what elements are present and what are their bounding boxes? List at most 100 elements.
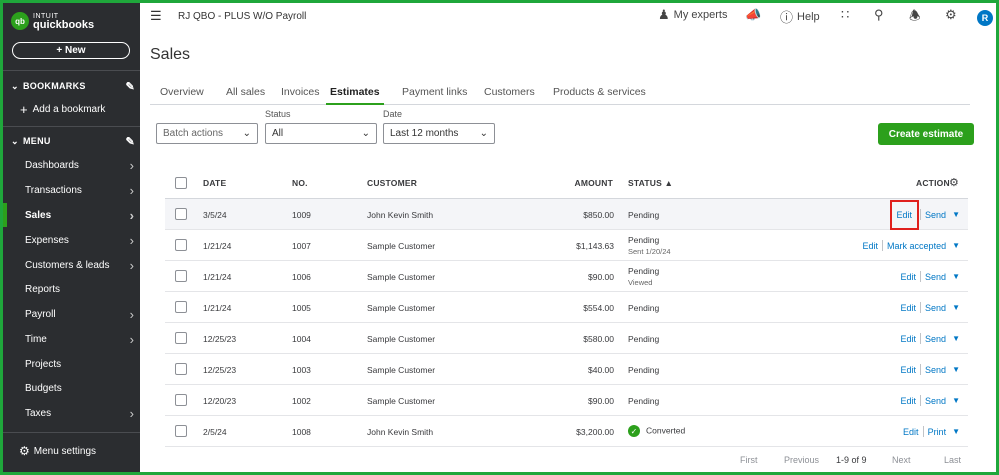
tab-all-sales[interactable]: All sales xyxy=(226,86,265,105)
send-link[interactable]: Send xyxy=(922,363,949,377)
print-link[interactable]: Print xyxy=(925,425,950,439)
column-header-date[interactable]: DATE xyxy=(203,178,226,188)
megaphone-icon[interactable]: 📣 xyxy=(745,7,765,23)
column-settings-gear-icon[interactable]: ⚙ xyxy=(949,176,959,189)
table-row[interactable]: 1/21/24 1006 Sample Customer $90.00 Pend… xyxy=(165,261,968,292)
edit-link[interactable]: Edit xyxy=(898,332,920,346)
edit-link[interactable]: Edit xyxy=(898,394,920,408)
caret-down-icon[interactable]: ▼ xyxy=(952,241,960,250)
sidebar-item-customers-leads[interactable]: Customers & leads › xyxy=(3,253,140,277)
pager-first[interactable]: First xyxy=(740,455,758,465)
add-bookmark-link[interactable]: + Add a bookmark xyxy=(20,102,105,117)
chevron-right-icon: › xyxy=(129,331,134,347)
table-row[interactable]: 3/5/24 1009 John Kevin Smith $850.00 Pen… xyxy=(165,199,968,230)
table-header: DATE NO. CUSTOMER AMOUNT STATUS ▲ ACTION… xyxy=(165,168,968,199)
edit-menu-pencil-icon[interactable]: ✎ xyxy=(125,135,135,148)
status-text: Pending xyxy=(628,303,660,313)
caret-down-icon[interactable]: ▼ xyxy=(952,210,960,219)
edit-link[interactable]: Edit xyxy=(889,199,920,230)
row-checkbox[interactable] xyxy=(175,425,187,437)
pager-count: 1-9 of 9 xyxy=(836,455,867,465)
menu-header[interactable]: ⌄ MENU ✎ xyxy=(11,133,135,149)
send-link[interactable]: Send xyxy=(922,301,949,315)
help-label: Help xyxy=(797,10,820,23)
search-icon[interactable]: ⚲ xyxy=(874,7,888,23)
column-header-amount[interactable]: AMOUNT xyxy=(545,178,613,188)
tab-payment-links[interactable]: Payment links xyxy=(402,86,467,105)
quickbooks-logo[interactable]: qb INTUIT quickbooks xyxy=(11,9,94,33)
tab-estimates[interactable]: Estimates xyxy=(326,86,384,105)
bookmarks-header[interactable]: ⌄ BOOKMARKS ✎ xyxy=(11,78,135,94)
sidebar-item-sales[interactable]: Sales › xyxy=(3,203,140,227)
tab-invoices[interactable]: Invoices xyxy=(281,86,320,105)
table-row[interactable]: 12/25/23 1004 Sample Customer $580.00 Pe… xyxy=(165,323,968,354)
mark-accepted-link[interactable]: Mark accepted xyxy=(884,239,949,253)
edit-link[interactable]: Edit xyxy=(898,270,920,284)
bookmarks-title: BOOKMARKS xyxy=(23,81,86,91)
sidebar-item-time[interactable]: Time › xyxy=(3,327,140,351)
tab-overview[interactable]: Overview xyxy=(160,86,204,105)
caret-down-icon[interactable]: ▼ xyxy=(952,427,960,436)
send-link[interactable]: Send xyxy=(922,270,949,284)
notifications-bell-icon[interactable]: 🕭 xyxy=(909,7,925,29)
pager-previous[interactable]: Previous xyxy=(784,455,819,465)
caret-down-icon[interactable]: ▼ xyxy=(952,272,960,281)
tab-products-services[interactable]: Products & services xyxy=(553,86,646,105)
row-checkbox[interactable] xyxy=(175,239,187,251)
sidebar-item-budgets[interactable]: Budgets xyxy=(3,376,140,400)
row-checkbox[interactable] xyxy=(175,270,187,282)
table-row[interactable]: 1/21/24 1005 Sample Customer $554.00 Pen… xyxy=(165,292,968,323)
status-text: Pending xyxy=(628,334,660,344)
create-estimate-button[interactable]: Create estimate xyxy=(878,123,974,145)
batch-actions-label: Batch actions xyxy=(163,128,224,139)
apps-grid-icon[interactable]: ∷ xyxy=(841,7,853,23)
table-row[interactable]: 2/5/24 1008 John Kevin Smith $3,200.00 ✓… xyxy=(165,416,968,447)
status-filter-select[interactable]: All ⌄ xyxy=(265,123,377,144)
caret-down-icon[interactable]: ▼ xyxy=(952,365,960,374)
edit-bookmarks-pencil-icon[interactable]: ✎ xyxy=(125,80,135,93)
batch-actions-dropdown[interactable]: Batch actions ⌄ xyxy=(156,123,258,144)
table-row[interactable]: 12/20/23 1002 Sample Customer $90.00 Pen… xyxy=(165,385,968,416)
table-row[interactable]: 12/25/23 1003 Sample Customer $40.00 Pen… xyxy=(165,354,968,385)
my-experts-button[interactable]: ♟ My experts xyxy=(658,7,727,23)
caret-down-icon[interactable]: ▼ xyxy=(952,334,960,343)
avatar[interactable]: R xyxy=(977,10,993,26)
send-link[interactable]: Send xyxy=(922,394,949,408)
table-row[interactable]: 1/21/24 1007 Sample Customer $1,143.63 P… xyxy=(165,230,968,261)
row-checkbox[interactable] xyxy=(175,301,187,313)
sidebar-item-projects[interactable]: Projects xyxy=(3,352,140,376)
edit-link[interactable]: Edit xyxy=(898,301,920,315)
tab-customers[interactable]: Customers xyxy=(484,86,535,105)
menu-settings-button[interactable]: ⚙ Menu settings xyxy=(19,444,96,458)
column-header-no[interactable]: NO. xyxy=(292,178,308,188)
help-button[interactable]: ⓘ Help xyxy=(780,7,820,26)
new-button[interactable]: + New xyxy=(12,42,130,59)
edit-link[interactable]: Edit xyxy=(898,363,920,377)
settings-gear-icon[interactable]: ⚙ xyxy=(945,7,961,23)
sidebar-item-transactions[interactable]: Transactions › xyxy=(3,178,140,202)
select-all-checkbox[interactable] xyxy=(175,177,187,189)
cell-customer: Sample Customer xyxy=(367,303,436,313)
edit-link[interactable]: Edit xyxy=(900,425,922,439)
pager-next[interactable]: Next xyxy=(892,455,911,465)
send-link[interactable]: Send xyxy=(922,208,949,222)
row-checkbox[interactable] xyxy=(175,208,187,220)
sidebar-item-dashboards[interactable]: Dashboards › xyxy=(3,153,140,177)
caret-down-icon[interactable]: ▼ xyxy=(952,303,960,312)
send-link[interactable]: Send xyxy=(922,332,949,346)
column-header-status[interactable]: STATUS ▲ xyxy=(628,178,673,188)
caret-down-icon[interactable]: ▼ xyxy=(952,396,960,405)
logo-line2: quickbooks xyxy=(33,19,95,31)
row-checkbox[interactable] xyxy=(175,332,187,344)
row-checkbox[interactable] xyxy=(175,363,187,375)
date-filter-select[interactable]: Last 12 months ⌄ xyxy=(383,123,495,144)
sidebar-item-taxes[interactable]: Taxes › xyxy=(3,401,140,425)
sidebar-item-payroll[interactable]: Payroll › xyxy=(3,302,140,326)
pager-last[interactable]: Last xyxy=(944,455,961,465)
edit-link[interactable]: Edit xyxy=(860,239,882,253)
collapse-menu-icon[interactable]: ☰ xyxy=(150,8,162,24)
row-checkbox[interactable] xyxy=(175,394,187,406)
sidebar-item-reports[interactable]: Reports xyxy=(3,277,140,301)
column-header-customer[interactable]: CUSTOMER xyxy=(367,178,417,188)
sidebar-item-expenses[interactable]: Expenses › xyxy=(3,228,140,252)
